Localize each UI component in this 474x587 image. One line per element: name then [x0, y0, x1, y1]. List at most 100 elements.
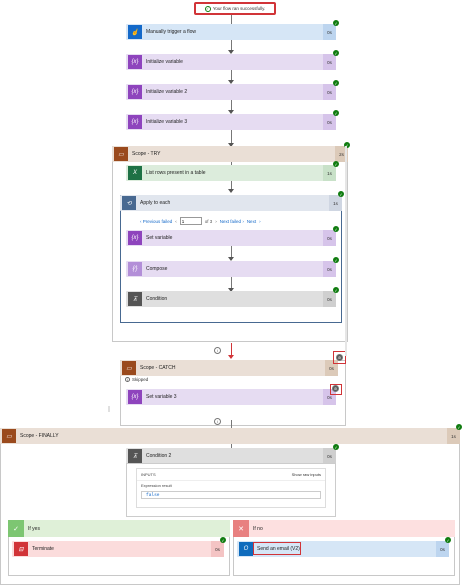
scope-try-label: Scope - TRY — [132, 151, 161, 157]
variable-icon: {x} — [128, 115, 142, 129]
init-variable-2-card[interactable]: {x} Initialize variable 2 0s — [126, 84, 336, 100]
apply-each-duration: 1s — [329, 195, 342, 211]
trigger-card[interactable]: ☝ Manually trigger a flow 0s — [126, 24, 336, 40]
trigger-label: Manually trigger a flow — [146, 29, 197, 35]
list-rows-label: List rows present in a table — [146, 170, 206, 176]
success-icon: ✓ — [445, 537, 451, 543]
scope-finally-card[interactable]: ▭ Scope - FINALLY 1s — [0, 428, 460, 444]
scope-try-card[interactable]: ▭ Scope - TRY 2s — [112, 146, 348, 162]
expression-result-label: Expression result — [141, 483, 172, 488]
init-variable-3-duration: 0s — [323, 114, 336, 130]
outlook-icon: O — [239, 542, 253, 556]
success-icon: ✓ — [456, 424, 462, 430]
scope-icon: ▭ — [2, 429, 16, 443]
next-page-button[interactable]: › — [215, 219, 217, 224]
variable-icon: {x} — [128, 231, 142, 245]
list-rows-card[interactable]: X List rows present in a table 1s — [126, 165, 336, 181]
success-icon: ✓ — [333, 287, 339, 293]
if-no-label: If no — [253, 525, 263, 532]
highlight-box — [253, 542, 301, 555]
hand-icon: ☝ — [128, 25, 142, 39]
condition-2-card[interactable]: ⊼ Condition 2 0s — [126, 448, 336, 464]
scope-catch-label: Scope - CATCH — [140, 365, 176, 371]
terminate-label: Terminate — [32, 546, 54, 552]
success-icon: ✓ — [333, 257, 339, 263]
send-email-duration: 0s — [436, 541, 449, 557]
close-icon: ✕ — [233, 520, 249, 537]
success-banner: ✓ Your flow ran successfully. — [194, 2, 276, 15]
show-raw-inputs-link[interactable]: Show raw inputs — [292, 472, 321, 477]
info-icon[interactable]: i — [214, 347, 221, 354]
if-no-header[interactable]: ✕ If no — [233, 520, 455, 537]
variable-icon: {x} — [128, 390, 142, 404]
scope-icon: ▭ — [122, 361, 136, 375]
if-yes-header[interactable]: ✓ If yes — [8, 520, 230, 537]
init-variable-2-duration: 0s — [323, 84, 336, 100]
next-failed-label: Next failed — [219, 218, 242, 224]
skipped-status-icon: ⊘ — [336, 354, 343, 361]
success-icon: ✓ — [333, 444, 339, 450]
list-rows-duration: 1s — [323, 165, 336, 181]
apply-each-card[interactable]: ⟲ Apply to each 1s — [120, 195, 342, 211]
init-variable-2-label: Initialize variable 2 — [146, 89, 188, 95]
init-variable-card[interactable]: {x} Initialize variable 0s — [126, 54, 336, 70]
success-icon: ✓ — [333, 50, 339, 56]
terminate-card[interactable]: ⊟ Terminate 0s — [12, 541, 224, 557]
expression-result-value: false — [141, 491, 321, 499]
next-button[interactable]: Next — [247, 219, 256, 224]
previous-failed-button[interactable]: ‹ Previous failed — [140, 219, 172, 224]
set-variable-card[interactable]: {x} Set variable 0s — [126, 230, 336, 246]
inputs-box: INPUTS Show raw inputs Expression result… — [136, 468, 326, 508]
set-variable-3-card[interactable]: {x} Set variable 3 0s — [126, 389, 336, 405]
success-icon: ✓ — [333, 110, 339, 116]
success-icon: ✓ — [333, 226, 339, 232]
inputs-heading: INPUTS — [141, 472, 156, 477]
success-icon: ✓ — [220, 537, 226, 543]
condition-2-label: Condition 2 — [146, 453, 172, 459]
page-of-text: of 3 — [204, 218, 213, 224]
condition-2-duration: 0s — [323, 448, 336, 464]
variable-icon: {x} — [128, 55, 142, 69]
skipped-status-icon: ⊘ — [332, 385, 339, 392]
success-icon: ✓ — [333, 20, 339, 26]
condition-duration: 0s — [323, 291, 336, 307]
terminate-duration: 0s — [211, 541, 224, 557]
trigger-duration: 0s — [323, 24, 336, 40]
success-icon: ✓ — [333, 80, 339, 86]
apply-each-label: Apply to each — [140, 200, 171, 206]
excel-icon: X — [128, 166, 142, 180]
scope-finally-duration: 1s — [447, 428, 460, 444]
init-variable-3-card[interactable]: {x} Initialize variable 3 0s — [126, 114, 336, 130]
success-icon: ✓ — [338, 191, 344, 197]
scope-finally-label: Scope - FINALLY — [20, 433, 59, 439]
next-failed-button[interactable]: Next failed › — [220, 219, 244, 224]
set-variable-label: Set variable — [146, 235, 173, 241]
check-icon: ✓ — [8, 520, 24, 537]
set-variable-duration: 0s — [323, 230, 336, 246]
variable-icon: {x} — [128, 85, 142, 99]
set-variable-3-label: Set variable 3 — [146, 394, 177, 400]
skip-icon: i — [125, 377, 130, 382]
banner-text: Your flow ran successfully. — [212, 6, 266, 11]
if-yes-label: If yes — [28, 525, 40, 532]
terminate-icon: ⊟ — [14, 542, 28, 556]
loop-pager: ‹ Previous failed ‹ of 3 › Next failed ›… — [140, 217, 261, 225]
compose-duration: 0s — [323, 261, 336, 277]
previous-failed-label: Previous failed — [142, 218, 173, 224]
next-chevron-icon[interactable]: › — [259, 219, 261, 224]
previous-button[interactable]: ‹ — [175, 219, 177, 224]
compose-card[interactable]: {⁄} Compose 0s — [126, 261, 336, 277]
page-input[interactable] — [179, 217, 202, 225]
scope-catch-card[interactable]: ▭ Scope - CATCH 0s — [120, 360, 338, 376]
scope-icon: ▭ — [114, 147, 128, 161]
condition-card[interactable]: ⊼ Condition 0s — [126, 291, 336, 307]
condition-label: Condition — [146, 296, 168, 302]
condition-icon: ⊼ — [128, 449, 142, 463]
skipped-label: Skipped — [132, 377, 149, 382]
skipped-indicator: i Skipped — [125, 377, 148, 382]
compose-label: Compose — [146, 266, 168, 272]
info-icon[interactable]: i — [214, 418, 221, 425]
init-variable-label: Initialize variable — [146, 59, 183, 65]
success-icon: ✓ — [333, 161, 339, 167]
compose-icon: {⁄} — [128, 262, 142, 276]
